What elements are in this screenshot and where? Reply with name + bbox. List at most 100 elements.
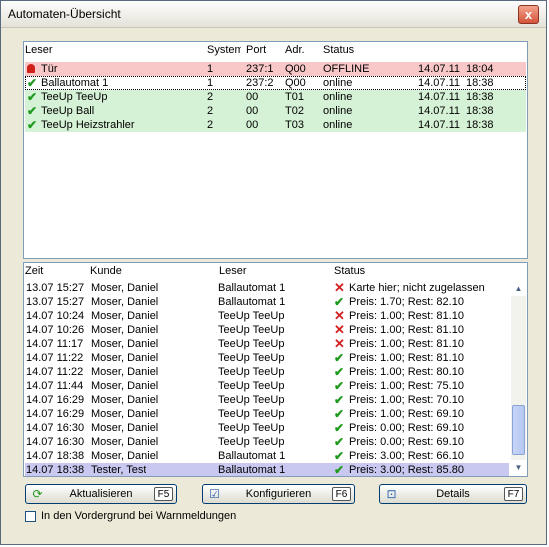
scroll-down-arrow[interactable]: ▼ (511, 460, 526, 475)
reader-row[interactable]: Tür 1 237:1 Q00 OFFLINE 14.07.11 18:04 (25, 62, 526, 76)
scroll-thumb[interactable] (512, 405, 525, 455)
cross-icon: ✕ (334, 337, 345, 351)
refresh-key-hint: F5 (154, 487, 173, 501)
details-button[interactable]: ⊡ Details F7 (379, 484, 527, 504)
reader-port: 237:1 (246, 63, 274, 75)
reader-addr: T01 (285, 91, 304, 103)
log-row[interactable]: 14.07 10:26 Moser, Daniel TeeUp TeeUp ✕ Prei… (25, 323, 509, 337)
log-reader: Ballautomat 1 (218, 296, 286, 308)
log-status: Preis: 3.00; Rest: 66.10 (349, 450, 464, 462)
log-status: Preis: 1.00; Rest: 81.10 (349, 310, 464, 322)
log-time: 14.07 16:29 (26, 408, 85, 420)
log-row[interactable]: 14.07 10:24 Moser, Daniel TeeUp TeeUp ✕ Prei… (25, 309, 509, 323)
reader-list[interactable]: Leser System Port Adr. Status Tür 1 237:1 Q… (23, 41, 528, 259)
details-key-hint: F7 (504, 487, 523, 501)
col-header-time[interactable]: Zeit (25, 263, 43, 279)
reader-system: 2 (207, 119, 214, 131)
log-row[interactable]: 13.07 15:27 Moser, Daniel Ballautomat 1 ✔ Pr… (25, 295, 509, 309)
log-row[interactable]: 14.07 11:22 Moser, Daniel TeeUp TeeUp ✔ Prei… (25, 351, 509, 365)
check-icon: ✔ (334, 393, 345, 407)
reader-row[interactable]: ✔ Ballautomat 1 1 237:2 Q00 online 14.07.11 18:… (25, 76, 526, 90)
reader-date: 14.07.11 (418, 63, 461, 75)
log-row[interactable]: 14.07 11:22 Moser, Daniel TeeUp TeeUp ✔ Prei… (25, 365, 509, 379)
reader-status: OFFLINE (323, 63, 370, 75)
log-customer: Moser, Daniel (91, 352, 159, 364)
log-status: Preis: 1.00; Rest: 69.10 (349, 408, 464, 420)
log-scrollbar[interactable]: ▲ ▼ (511, 281, 526, 475)
foreground-checkbox-label[interactable]: In den Vordergrund bei Warnmeldungen (41, 510, 236, 522)
check-icon: ✔ (27, 104, 38, 118)
log-reader: Ballautomat 1 (218, 450, 286, 462)
bell-icon (27, 62, 39, 76)
reader-row[interactable]: ✔ TeeUp Ball 2 00 T02 online 14.07.11 18:38 (25, 104, 526, 118)
check-icon: ✔ (334, 379, 345, 393)
log-status: Karte hier; nicht zugelassen (349, 282, 485, 294)
log-status: Preis: 1.00; Rest: 81.10 (349, 352, 464, 364)
log-customer: Moser, Daniel (91, 282, 159, 294)
check-icon: ✔ (334, 295, 345, 309)
check-icon: ✔ (27, 118, 38, 132)
log-row[interactable]: 14.07 11:44 Moser, Daniel TeeUp TeeUp ✔ Prei… (25, 379, 509, 393)
log-time: 13.07 15:27 (26, 282, 85, 294)
configure-button[interactable]: ☑ Konfigurieren F6 (202, 484, 355, 504)
log-time: 14.07 16:30 (26, 436, 85, 448)
log-reader: TeeUp TeeUp (218, 352, 285, 364)
log-row[interactable]: 14.07 11:17 Moser, Daniel TeeUp TeeUp ✕ Prei… (25, 337, 509, 351)
log-row[interactable]: 14.07 16:30 Moser, Daniel TeeUp TeeUp ✔ Prei… (25, 421, 509, 435)
log-customer: Moser, Daniel (91, 338, 159, 350)
reader-name: TeeUp TeeUp (41, 91, 108, 103)
col-header-addr[interactable]: Adr. (285, 42, 305, 58)
log-reader: TeeUp TeeUp (218, 380, 285, 392)
log-reader: TeeUp TeeUp (218, 324, 285, 336)
col-header-system[interactable]: System (207, 42, 241, 58)
col-header-reader[interactable]: Leser (25, 42, 53, 58)
foreground-checkbox[interactable] (25, 511, 36, 522)
log-row[interactable]: 14.07 16:30 Moser, Daniel TeeUp TeeUp ✔ Prei… (25, 435, 509, 449)
reader-date: 14.07.11 (418, 77, 461, 89)
check-icon: ✔ (27, 90, 38, 104)
col-header-status[interactable]: Status (334, 263, 365, 279)
refresh-button[interactable]: ⟳ Aktualisieren F5 (25, 484, 177, 504)
reader-name: Ballautomat 1 (41, 77, 109, 89)
log-time: 14.07 11:17 (26, 338, 84, 350)
reader-status: online (323, 119, 353, 131)
log-reader: Ballautomat 1 (218, 282, 286, 294)
log-status: Preis: 1.00; Rest: 80.10 (349, 366, 464, 378)
check-icon: ✔ (334, 407, 345, 421)
log-customer: Moser, Daniel (91, 408, 159, 420)
cross-icon: ✕ (334, 281, 345, 295)
reader-system: 2 (207, 91, 214, 103)
log-row[interactable]: 14.07 18:38 Tester, Test Ballautomat 1 ✔ Pre… (25, 463, 509, 476)
log-reader: TeeUp TeeUp (218, 310, 285, 322)
log-row[interactable]: 14.07 18:38 Moser, Daniel Ballautomat 1 ✔ Pr… (25, 449, 509, 463)
log-row[interactable]: 14.07 16:29 Moser, Daniel TeeUp TeeUp ✔ Prei… (25, 393, 509, 407)
reader-port: 00 (246, 91, 259, 103)
col-header-status[interactable]: Status (323, 42, 354, 58)
reader-system: 1 (207, 77, 214, 89)
col-header-reader[interactable]: Leser (219, 263, 247, 279)
close-button[interactable]: x (518, 5, 539, 24)
reader-port: 00 (246, 105, 259, 117)
log-reader: TeeUp TeeUp (218, 338, 285, 350)
reader-addr: Q00 (285, 77, 306, 89)
reader-row[interactable]: ✔ TeeUp TeeUp 2 00 T01 online 14.07.11 18:38 (25, 90, 526, 104)
col-header-port[interactable]: Port (246, 42, 266, 58)
scroll-up-arrow[interactable]: ▲ (511, 281, 526, 296)
check-icon: ✔ (334, 351, 345, 365)
reader-rows: Tür 1 237:1 Q00 OFFLINE 14.07.11 18:04 ✔ Ballaut… (25, 62, 526, 142)
reader-time: 18:04 (466, 63, 494, 75)
log-status: Preis: 1.00; Rest: 81.10 (349, 324, 464, 336)
log-time: 14.07 10:26 (26, 324, 85, 336)
log-customer: Moser, Daniel (91, 380, 159, 392)
log-status: Preis: 1.00; Rest: 75.10 (349, 380, 464, 392)
log-time: 14.07 16:29 (26, 394, 85, 406)
log-row[interactable]: 14.07 16:29 Moser, Daniel TeeUp TeeUp ✔ Prei… (25, 407, 509, 421)
reader-row[interactable]: ✔ TeeUp Heizstrahler 2 00 T03 online 14.07.11 1… (25, 118, 526, 132)
reader-addr: Q00 (285, 63, 306, 75)
log-status: Preis: 0.00; Rest: 69.10 (349, 422, 464, 434)
log-reader: TeeUp TeeUp (218, 408, 285, 420)
log-row[interactable]: 13.07 15:27 Moser, Daniel Ballautomat 1 ✕ Ka… (25, 281, 509, 295)
col-header-customer[interactable]: Kunde (90, 263, 122, 279)
title-bar[interactable]: Automaten-Übersicht x (1, 1, 546, 28)
event-log[interactable]: Zeit Kunde Leser Status 13.07 15:27 Moser… (23, 262, 528, 477)
